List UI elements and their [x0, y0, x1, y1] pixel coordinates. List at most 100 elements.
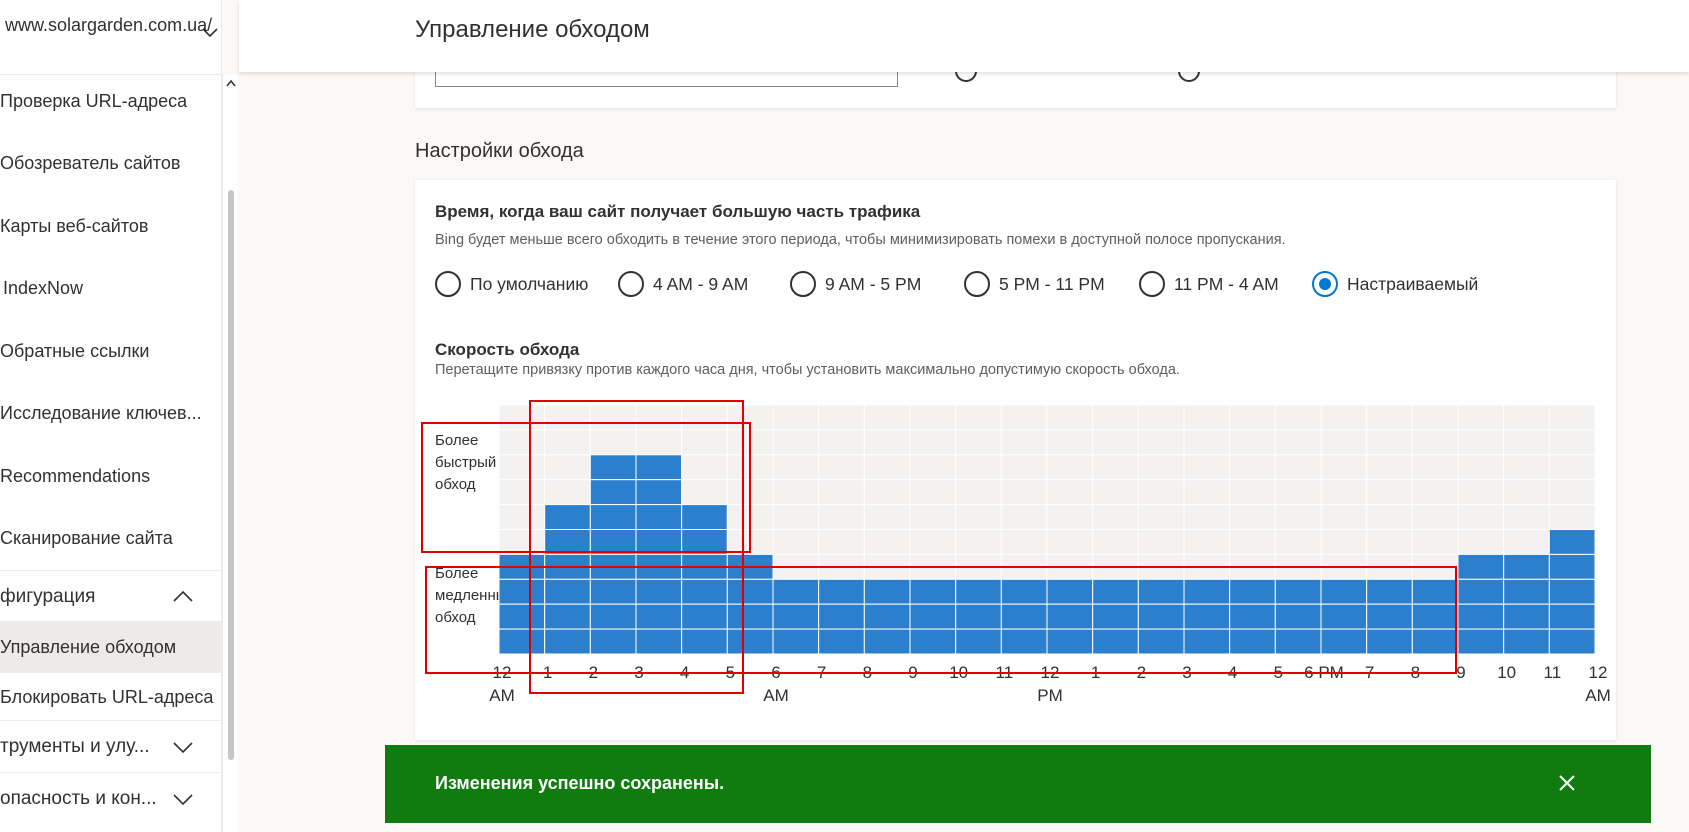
bar-cell-19[interactable]: [1366, 578, 1413, 605]
bar-cell-1[interactable]: [544, 628, 591, 655]
sidebar-item-indexnow[interactable]: IndexNow: [0, 257, 221, 319]
bar-cell-1[interactable]: [544, 553, 591, 580]
empty-cell-20[interactable]: [1411, 529, 1459, 555]
empty-cell-5[interactable]: [726, 404, 774, 431]
radio-9am-5pm[interactable]: 9 AM - 5 PM: [790, 270, 921, 298]
empty-cell-20[interactable]: [1411, 553, 1459, 580]
empty-cell-17[interactable]: [1274, 454, 1322, 481]
empty-cell-9[interactable]: [909, 454, 957, 481]
empty-cell-14[interactable]: [1137, 553, 1185, 580]
empty-cell-23[interactable]: [1548, 479, 1596, 506]
empty-cell-6[interactable]: [772, 479, 820, 506]
empty-cell-1[interactable]: [544, 479, 591, 506]
empty-cell-7[interactable]: [818, 429, 865, 456]
bar-cell-17[interactable]: [1274, 603, 1322, 630]
bar-cell-12[interactable]: [1046, 603, 1094, 630]
empty-cell-9[interactable]: [909, 479, 957, 506]
empty-cell-19[interactable]: [1366, 504, 1413, 531]
empty-cell-12[interactable]: [1046, 429, 1094, 456]
empty-cell-19[interactable]: [1366, 404, 1413, 431]
empty-cell-0[interactable]: [498, 454, 546, 481]
empty-cell-8[interactable]: [863, 479, 911, 506]
empty-cell-4[interactable]: [681, 479, 728, 506]
empty-cell-7[interactable]: [818, 553, 865, 580]
empty-cell-6[interactable]: [772, 429, 820, 456]
bar-cell-8[interactable]: [863, 628, 911, 655]
bar-cell-15[interactable]: [1183, 578, 1231, 605]
empty-cell-19[interactable]: [1366, 529, 1413, 555]
sidebar-item-recommendations[interactable]: Recommendations: [0, 445, 221, 507]
empty-cell-19[interactable]: [1366, 429, 1413, 456]
empty-cell-13[interactable]: [1092, 553, 1139, 580]
bar-cell-14[interactable]: [1137, 578, 1185, 605]
empty-cell-10[interactable]: [955, 504, 1002, 531]
empty-cell-14[interactable]: [1137, 504, 1185, 531]
empty-cell-6[interactable]: [772, 404, 820, 431]
empty-cell-21[interactable]: [1457, 429, 1505, 456]
empty-cell-15[interactable]: [1183, 553, 1231, 580]
empty-cell-23[interactable]: [1548, 504, 1596, 531]
radio-circle[interactable]: [618, 271, 644, 297]
empty-cell-0[interactable]: [498, 504, 546, 531]
empty-cell-12[interactable]: [1046, 504, 1094, 531]
empty-cell-7[interactable]: [818, 454, 865, 481]
sidebar-item-crawl-control[interactable]: Управление обходом: [0, 621, 221, 673]
empty-cell-10[interactable]: [955, 553, 1002, 580]
bar-cell-8[interactable]: [863, 578, 911, 605]
empty-cell-7[interactable]: [818, 504, 865, 531]
empty-cell-13[interactable]: [1092, 429, 1139, 456]
bar-cell-3[interactable]: [635, 504, 683, 531]
bar-cell-12[interactable]: [1046, 628, 1094, 655]
empty-cell-8[interactable]: [863, 404, 911, 431]
empty-cell-1[interactable]: [544, 454, 591, 481]
bar-cell-9[interactable]: [909, 603, 957, 630]
bar-cell-7[interactable]: [818, 628, 865, 655]
empty-cell-17[interactable]: [1274, 529, 1322, 555]
bar-cell-16[interactable]: [1229, 628, 1276, 655]
bar-cell-0[interactable]: [498, 628, 546, 655]
empty-cell-18[interactable]: [1320, 454, 1368, 481]
sidebar-section-configuration[interactable]: фигурация: [0, 570, 221, 622]
empty-cell-11[interactable]: [1000, 454, 1048, 481]
empty-cell-18[interactable]: [1320, 529, 1368, 555]
bar-cell-7[interactable]: [818, 578, 865, 605]
empty-cell-11[interactable]: [1000, 429, 1048, 456]
empty-cell-16[interactable]: [1229, 504, 1276, 531]
bar-cell-2[interactable]: [589, 578, 637, 605]
bar-cell-23[interactable]: [1548, 603, 1596, 630]
empty-cell-13[interactable]: [1092, 479, 1139, 506]
empty-cell-20[interactable]: [1411, 429, 1459, 456]
radio-circle[interactable]: [435, 271, 461, 297]
bar-cell-22[interactable]: [1503, 603, 1550, 630]
bar-cell-10[interactable]: [955, 578, 1002, 605]
empty-cell-21[interactable]: [1457, 504, 1505, 531]
bar-cell-4[interactable]: [681, 529, 728, 555]
empty-cell-0[interactable]: [498, 404, 546, 431]
empty-cell-10[interactable]: [955, 529, 1002, 555]
sidebar-section-tools[interactable]: трументы и улу...: [0, 720, 221, 772]
bar-cell-10[interactable]: [955, 603, 1002, 630]
radio-5pm-11pm[interactable]: 5 PM - 11 PM: [964, 270, 1105, 298]
sidebar-item-block-urls[interactable]: Блокировать URL-адреса: [0, 671, 221, 723]
radio-circle-checked[interactable]: [1312, 271, 1338, 297]
empty-cell-23[interactable]: [1548, 429, 1596, 456]
sidebar-item-url-inspection[interactable]: Проверка URL-адреса: [0, 70, 221, 132]
empty-cell-18[interactable]: [1320, 504, 1368, 531]
empty-cell-13[interactable]: [1092, 529, 1139, 555]
empty-cell-15[interactable]: [1183, 454, 1231, 481]
bar-cell-5[interactable]: [726, 553, 774, 580]
empty-cell-21[interactable]: [1457, 529, 1505, 555]
bar-cell-11[interactable]: [1000, 628, 1048, 655]
empty-cell-6[interactable]: [772, 553, 820, 580]
bar-cell-11[interactable]: [1000, 603, 1048, 630]
empty-cell-16[interactable]: [1229, 479, 1276, 506]
bar-cell-18[interactable]: [1320, 578, 1368, 605]
bar-cell-10[interactable]: [955, 628, 1002, 655]
empty-cell-9[interactable]: [909, 504, 957, 531]
bar-cell-23[interactable]: [1548, 529, 1596, 555]
empty-cell-11[interactable]: [1000, 553, 1048, 580]
sidebar-section-security[interactable]: опасность и кон...: [0, 772, 221, 824]
bar-cell-9[interactable]: [909, 628, 957, 655]
empty-cell-1[interactable]: [544, 429, 591, 456]
bar-cell-1[interactable]: [544, 529, 591, 555]
